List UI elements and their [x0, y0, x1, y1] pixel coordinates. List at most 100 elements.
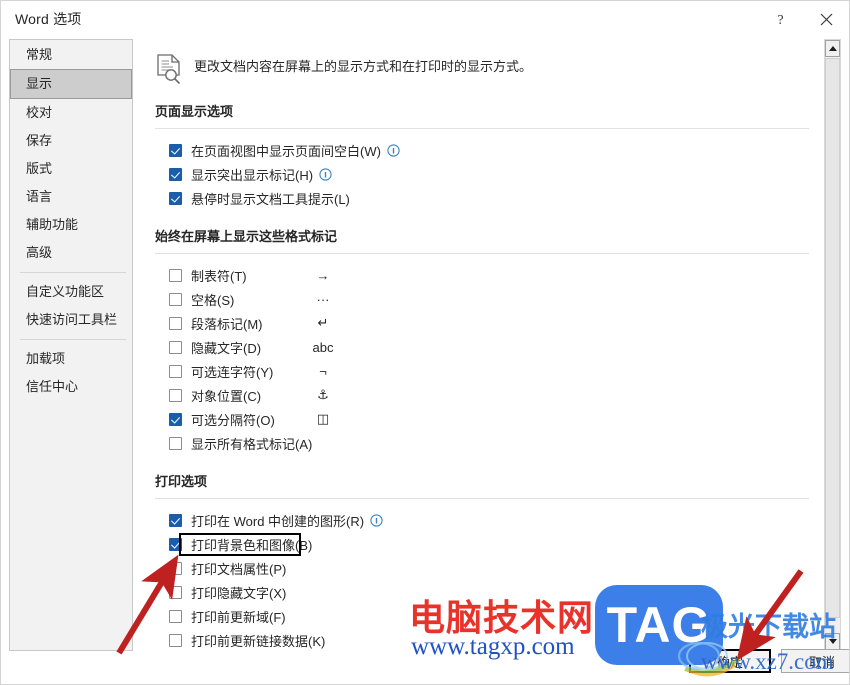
close-icon	[820, 13, 832, 25]
sidebar-item-4[interactable]: 版式	[10, 155, 132, 183]
section-divider	[155, 253, 809, 254]
checkbox-unchecked[interactable]	[169, 436, 182, 450]
option-label: 在页面视图中显示页面间空白(W)	[191, 143, 381, 159]
option-label: 悬停时显示文档工具提示(L)	[191, 191, 350, 207]
checkbox-unchecked[interactable]	[169, 609, 182, 623]
checkbox-checked[interactable]	[169, 143, 182, 157]
sidebar-item-0[interactable]: 常规	[10, 41, 132, 69]
sidebar-item-7[interactable]: 高级	[10, 239, 132, 267]
option-row[interactable]: 对象位置(C) ⚓	[141, 383, 821, 407]
scroll-up-arrow-icon	[828, 46, 837, 51]
window-controls: ?	[757, 1, 849, 37]
checkbox-unchecked[interactable]	[169, 585, 182, 599]
option-list: 制表符(T) → 空格(S) ··· 段落标记(M) ↵ 隐藏文字(D) abc 可选连字符(Y…	[141, 263, 821, 455]
option-label: 空格(S)	[191, 292, 235, 308]
option-row[interactable]: 打印文档属性(P)	[141, 556, 821, 580]
option-list: 在页面视图中显示页面间空白(W) 显示突出显示标记(H) 悬停时显示文档工具提示(L…	[141, 138, 821, 210]
checkbox-unchecked[interactable]	[169, 292, 182, 306]
option-row[interactable]: 打印背景色和图像(B)	[141, 532, 821, 556]
option-row[interactable]: 打印前更新域(F)	[141, 604, 821, 628]
option-label: 打印前更新域(F)	[191, 609, 286, 625]
checkbox-unchecked[interactable]	[169, 633, 182, 647]
options-category-sidebar[interactable]: 常规 显示 校对 保存 版式 语言 辅助功能 高级自定义功能区 快速访问工具栏 加载项 信任中心	[9, 39, 133, 651]
page-title: Word 选项	[15, 11, 82, 27]
option-label: 打印在 Word 中创建的图形(R)	[191, 513, 365, 529]
checkbox-unchecked[interactable]	[169, 340, 182, 354]
option-row[interactable]: 制表符(T) →	[141, 263, 821, 287]
section-title: 打印选项	[155, 474, 208, 489]
cancel-button[interactable]: 取消	[781, 649, 849, 673]
help-button[interactable]: ?	[757, 1, 803, 37]
checkbox-checked[interactable]	[169, 412, 182, 426]
option-label: 打印隐藏文字(X)	[191, 585, 287, 601]
option-row[interactable]: 隐藏文字(D) abc	[141, 335, 821, 359]
info-icon[interactable]	[370, 513, 383, 527]
option-row[interactable]: 在页面视图中显示页面间空白(W)	[141, 138, 821, 162]
panel-intro: 更改文档内容在屏幕上的显示方式和在打印时的显示方式。	[155, 51, 821, 85]
optional-break-mark-glyph: ◫	[316, 411, 330, 426]
option-list: 打印在 Word 中创建的图形(R) 打印背景色和图像(B) 打印文档属性(P) 打印…	[141, 508, 821, 651]
sidebar-item-1[interactable]: 显示	[10, 69, 132, 99]
paragraph-mark-glyph: ↵	[317, 315, 329, 330]
vertical-scrollbar[interactable]	[824, 39, 841, 651]
sidebar-item-3[interactable]: 保存	[10, 127, 132, 155]
option-label: 显示突出显示标记(H)	[191, 167, 314, 183]
sidebar-item-6[interactable]: 辅助功能	[10, 211, 132, 239]
option-label: 打印背景色和图像(B)	[191, 537, 313, 553]
option-row[interactable]: 可选连字符(Y) ¬	[141, 359, 821, 383]
options-scroll-area: 更改文档内容在屏幕上的显示方式和在打印时的显示方式。 页面显示选项在页面视图中显…	[141, 39, 821, 651]
sidebar-item-9[interactable]: 快速访问工具栏	[10, 306, 132, 334]
checkbox-unchecked[interactable]	[169, 561, 182, 575]
sidebar-item-2[interactable]: 校对	[10, 99, 132, 127]
checkbox-checked[interactable]	[169, 513, 182, 527]
tab-mark-glyph: →	[316, 267, 330, 283]
close-button[interactable]	[803, 1, 849, 37]
panel-intro-text: 更改文档内容在屏幕上的显示方式和在打印时的显示方式。	[194, 59, 533, 74]
svg-text:?: ?	[777, 13, 783, 27]
checkbox-unchecked[interactable]	[169, 388, 182, 402]
section-title: 页面显示选项	[155, 104, 234, 119]
sidebar-item-10[interactable]: 加载项	[10, 345, 132, 373]
sidebar-item-8[interactable]: 自定义功能区	[10, 278, 132, 306]
checkbox-unchecked[interactable]	[169, 316, 182, 330]
option-row[interactable]: 显示所有格式标记(A)	[141, 431, 821, 455]
checkbox-unchecked[interactable]	[169, 364, 182, 378]
sidebar-divider	[20, 339, 126, 340]
info-icon[interactable]	[319, 167, 332, 181]
checkbox-unchecked[interactable]	[169, 268, 182, 282]
word-options-dialog: Word 选项 ? 常规 显示 校对 保存 版式 语言 辅助功能 高级自定义功能区 快速访问工具…	[0, 0, 850, 685]
checkbox-checked[interactable]	[169, 537, 182, 551]
document-preview-icon	[157, 54, 181, 85]
option-label: 制表符(T)	[191, 268, 247, 284]
option-row[interactable]: 悬停时显示文档工具提示(L)	[141, 186, 821, 210]
sidebar-item-11[interactable]: 信任中心	[10, 373, 132, 401]
sidebar-item-5[interactable]: 语言	[10, 183, 132, 211]
title-bar: Word 选项 ?	[1, 1, 849, 37]
option-row[interactable]: 段落标记(M) ↵	[141, 311, 821, 335]
scroll-up-button[interactable]	[825, 40, 840, 57]
checkbox-checked[interactable]	[169, 191, 182, 205]
option-label: 段落标记(M)	[191, 316, 263, 332]
option-row[interactable]: 打印隐藏文字(X)	[141, 580, 821, 604]
option-row[interactable]: 可选分隔符(O) ◫	[141, 407, 821, 431]
section-title: 始终在屏幕上显示这些格式标记	[155, 229, 338, 244]
scroll-down-button[interactable]	[825, 633, 840, 650]
options-sections: 页面显示选项在页面视图中显示页面间空白(W) 显示突出显示标记(H) 悬停时显示文档…	[141, 101, 821, 651]
option-label: 可选连字符(Y)	[191, 364, 274, 380]
anchor-mark-glyph: ⚓	[317, 387, 329, 402]
option-row[interactable]: 打印前更新链接数据(K)	[141, 628, 821, 651]
space-mark-glyph: ···	[316, 291, 330, 307]
option-row[interactable]: 显示突出显示标记(H)	[141, 162, 821, 186]
optional-hyphen-mark-glyph: ¬	[319, 363, 327, 379]
question-mark-icon: ?	[777, 13, 783, 27]
section-divider	[155, 128, 809, 129]
sidebar-divider	[20, 272, 126, 273]
checkbox-checked[interactable]	[169, 167, 182, 181]
info-icon[interactable]	[387, 143, 400, 157]
scrollbar-thumb[interactable]	[825, 58, 840, 618]
option-label: 打印文档属性(P)	[191, 561, 287, 577]
ok-button[interactable]: 确定	[689, 649, 771, 673]
option-row[interactable]: 空格(S) ···	[141, 287, 821, 311]
hidden-text-mark-glyph: abc	[312, 339, 334, 355]
option-row[interactable]: 打印在 Word 中创建的图形(R)	[141, 508, 821, 532]
